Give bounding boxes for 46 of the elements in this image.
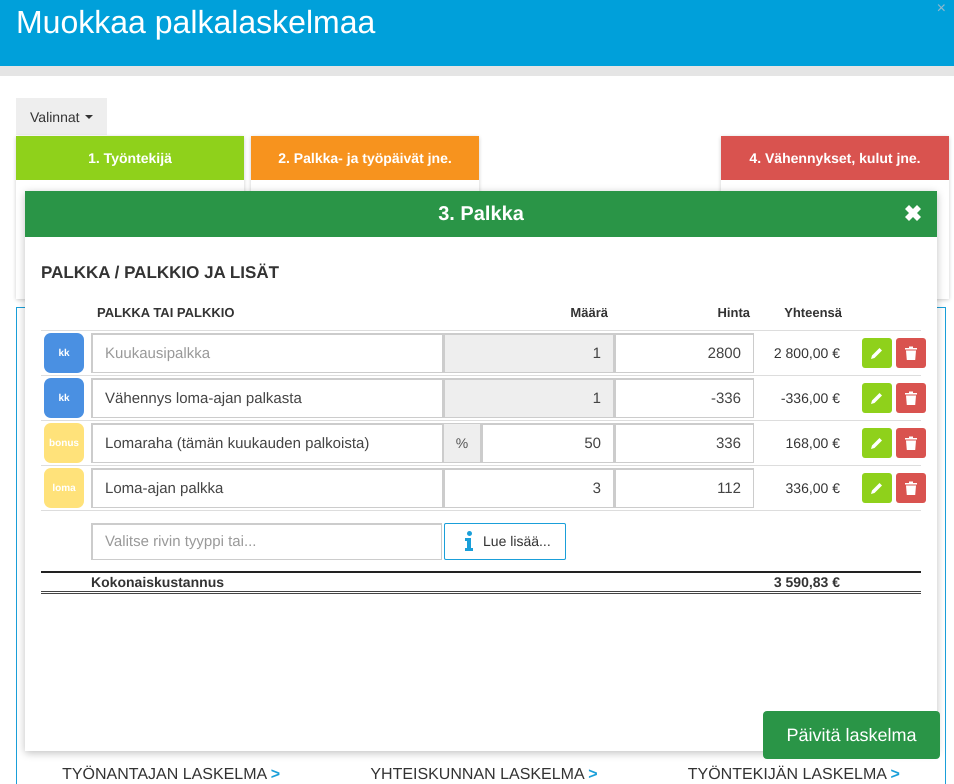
row-total: 168,00 €	[784, 435, 841, 451]
trash-icon	[905, 481, 917, 495]
row-total: -336,00 €	[780, 390, 841, 406]
delete-button[interactable]	[896, 473, 926, 503]
quantity-field[interactable]: 50	[481, 423, 614, 463]
page-title: Muokkaa palkalaskelmaa	[15, 3, 376, 41]
row-total: 2 800,00 €	[772, 345, 841, 361]
price-field[interactable]: 336	[614, 423, 754, 463]
delete-button[interactable]	[896, 338, 926, 368]
read-more-button[interactable]: Lue lisää...	[444, 522, 566, 560]
row-total: 336,00 €	[784, 480, 841, 496]
delete-button[interactable]	[896, 428, 926, 458]
row-type-field[interactable]: Valitse rivin tyyppi tai...	[91, 522, 442, 560]
pencil-icon	[870, 346, 884, 360]
trash-icon	[905, 391, 917, 405]
total-label: Kokonaiskustannus	[91, 574, 226, 590]
pencil-icon	[870, 481, 884, 495]
unit-label: %	[443, 423, 481, 463]
dialog-title: 3. Palkka	[438, 202, 524, 226]
row-type-badge: loma	[44, 468, 84, 508]
delete-button[interactable]	[896, 383, 926, 413]
price-field[interactable]: 112	[614, 468, 754, 508]
info-icon	[465, 531, 473, 551]
total-value: 3 590,83 €	[772, 574, 841, 590]
row-type-badge: bonus	[44, 423, 84, 463]
update-button[interactable]: Päivitä laskelma	[763, 711, 940, 759]
trash-icon	[905, 346, 917, 360]
column-header: Hinta	[716, 304, 751, 322]
quantity-field[interactable]: 3	[443, 468, 614, 508]
caret-icon	[84, 115, 93, 119]
name-field[interactable]: Loma-ajan palkka	[91, 468, 443, 508]
column-header: PALKKA TAI PALKKIO	[96, 304, 236, 322]
column-header: Määrä	[569, 304, 609, 322]
section-title: PALKKA / PALKKIO JA LISÄT	[41, 263, 280, 283]
column-header: Yhteensä	[783, 304, 843, 322]
row-type-badge: kk	[44, 378, 84, 418]
name-field[interactable]: Lomaraha (tämän kuukauden palkoista)	[91, 423, 443, 463]
report-link[interactable]: TYÖNTEKIJÄN LASKELMA >	[688, 766, 900, 784]
trash-icon	[905, 436, 917, 450]
options-dropdown[interactable]: Valinnat	[16, 98, 107, 135]
step-tab[interactable]: 4. Vähennykset, kulut jne.	[721, 136, 949, 180]
pencil-icon	[870, 436, 884, 450]
pencil-icon	[870, 391, 884, 405]
row-type-badge: kk	[44, 333, 84, 373]
report-link[interactable]: TYÖNANTAJAN LASKELMA >	[62, 766, 280, 784]
report-link[interactable]: YHTEISKUNNAN LASKELMA >	[370, 766, 598, 784]
